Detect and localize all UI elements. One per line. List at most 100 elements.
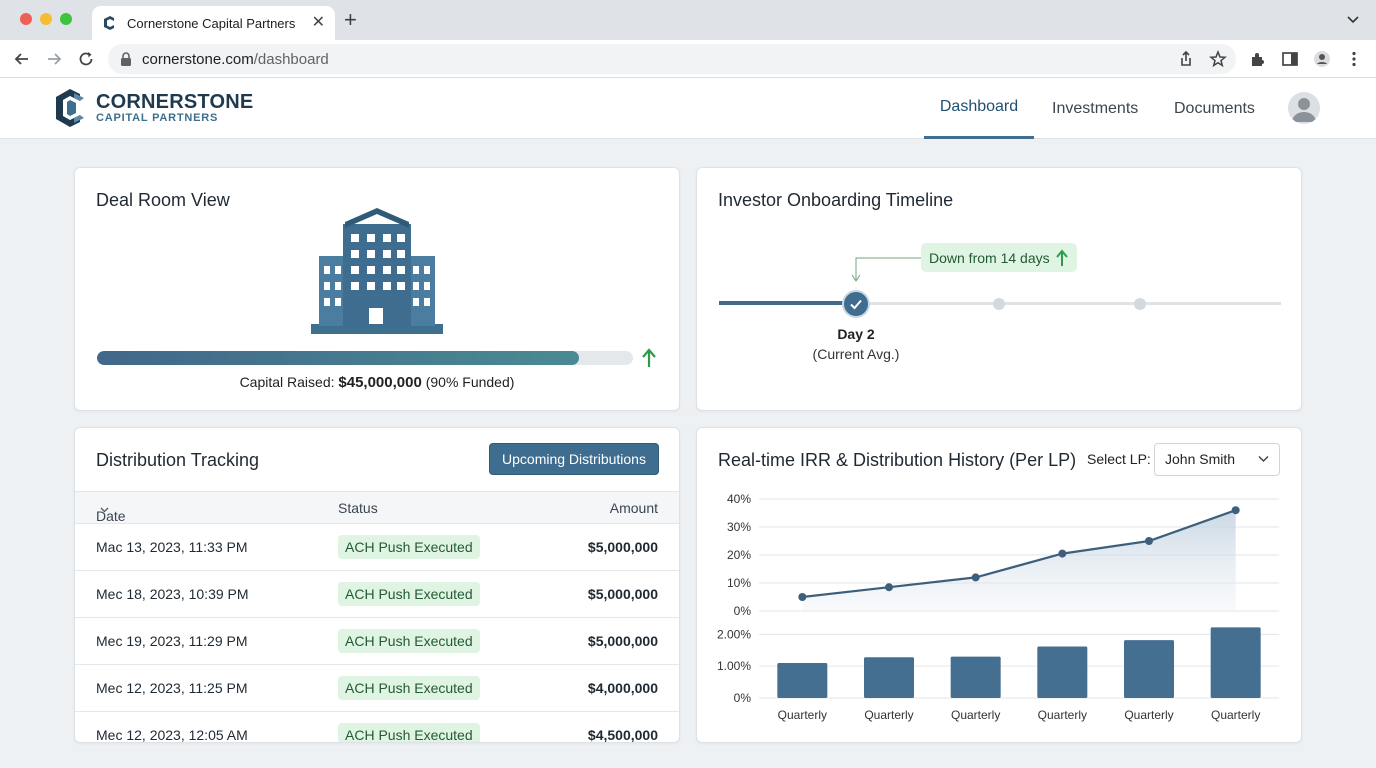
back-icon[interactable]: [12, 49, 32, 69]
row-amount: $5,000,000: [587, 633, 658, 649]
irr-history-card: Real-time IRR & Distribution History (Pe…: [696, 427, 1302, 743]
timeline-step: [993, 298, 1005, 310]
improvement-badge: Down from 14 days: [921, 243, 1077, 272]
brand-name: CORNERSTONE: [96, 91, 254, 113]
irr-data-point: [798, 593, 807, 601]
bar-y-tick-label: 2.00%: [717, 627, 751, 641]
nav-documents[interactable]: Documents: [1174, 78, 1255, 139]
upcoming-distributions-button[interactable]: Upcoming Distributions: [489, 443, 659, 475]
new-tab-icon[interactable]: +: [344, 9, 357, 31]
improvement-badge-text: Down from 14 days: [929, 249, 1050, 266]
funding-progress-fill: [97, 351, 580, 365]
line-y-tick-label: 10%: [727, 576, 751, 590]
table-row[interactable]: Mec 12, 2023, 12:05 AM ACH Push Executed…: [75, 712, 679, 743]
status-column-header: Status: [338, 500, 378, 516]
row-date: Mec 12, 2023, 11:25 PM: [96, 680, 248, 696]
irr-data-point: [1058, 549, 1067, 558]
line-y-tick-label: 30%: [727, 520, 751, 534]
line-area-fill: [802, 510, 1236, 611]
extensions-icon[interactable]: [1248, 49, 1268, 69]
x-tick-label: Quarterly: [1211, 708, 1260, 722]
brand-logo[interactable]: CORNERSTONE CAPITAL PARTNERS: [54, 88, 253, 128]
forward-icon[interactable]: [44, 49, 64, 69]
irr-data-point: [885, 583, 893, 592]
distribution-bar: [1124, 640, 1174, 698]
status-badge: ACH Push Executed: [338, 723, 480, 742]
timeline-step: [1134, 298, 1146, 310]
line-y-tick-label: 20%: [727, 548, 751, 562]
lp-select-dropdown[interactable]: John Smith: [1154, 443, 1280, 476]
irr-chart: 40% 30% 20% 10% 0% 2.00% 1.00% 0% Quarterly Quart…: [717, 492, 1279, 722]
close-tab-icon[interactable]: ✕: [312, 15, 325, 31]
bar-y-tick-label: 0%: [734, 691, 752, 705]
status-badge: ACH Push Executed: [338, 676, 480, 700]
distribution-bar: [1037, 646, 1088, 698]
badge-connector: [851, 257, 923, 282]
chevron-down-icon[interactable]: [1346, 12, 1360, 26]
deal-room-card: Deal Room View Capital Raised: $45,000,0…: [74, 167, 680, 411]
table-row[interactable]: Mec 19, 2023, 11:29 PM ACH Push Executed…: [75, 618, 679, 665]
timeline-current-step[interactable]: [842, 290, 870, 318]
url-bar[interactable]: cornerstone.com/dashboard: [108, 44, 1236, 74]
row-amount: $4,500,000: [587, 727, 658, 743]
row-amount: $4,000,000: [587, 680, 658, 696]
current-day-sublabel: (Current Avg.): [812, 346, 900, 362]
nav-dashboard[interactable]: Dashboard: [924, 78, 1034, 139]
app-header: CORNERSTONE CAPITAL PARTNERS Dashboard I…: [0, 78, 1376, 139]
user-avatar[interactable]: [1288, 92, 1320, 124]
bookmark-star-icon[interactable]: [1208, 49, 1228, 69]
status-badge: ACH Push Executed: [338, 535, 480, 559]
capital-raised-text: Capital Raised: $45,000,000 (90% Funded): [75, 374, 679, 391]
table-row[interactable]: Mac 13, 2023, 11:33 PM ACH Push Executed…: [75, 524, 679, 571]
share-icon[interactable]: [1176, 49, 1196, 69]
lock-icon: [121, 52, 131, 66]
row-amount: $5,000,000: [587, 586, 658, 602]
onboarding-title: Investor Onboarding Timeline: [718, 190, 954, 210]
table-header: Date Status Amount: [75, 491, 679, 524]
reload-icon[interactable]: [76, 49, 96, 69]
date-column-header[interactable]: Date: [96, 500, 126, 524]
capital-label: Capital Raised:: [239, 374, 335, 390]
tab-title: Cornerstone Capital Partners: [127, 15, 296, 31]
row-date: Mec 19, 2023, 11:29 PM: [96, 633, 248, 649]
url-path: /dashboard: [253, 50, 329, 68]
more-menu-icon[interactable]: [1344, 49, 1364, 69]
row-date: Mec 12, 2023, 12:05 AM: [96, 727, 248, 743]
brand-subtitle: CAPITAL PARTNERS: [96, 112, 219, 124]
irr-data-point: [1145, 537, 1153, 545]
side-panel-icon[interactable]: [1280, 49, 1300, 69]
x-tick-label: Quarterly: [951, 708, 1000, 722]
table-row[interactable]: Mec 12, 2023, 11:25 PM ACH Push Executed…: [75, 665, 679, 712]
deal-room-title: Deal Room View: [96, 190, 230, 210]
user-icon: [1292, 98, 1316, 122]
row-date: Mec 18, 2023, 10:39 PM: [96, 586, 249, 602]
arrow-up-icon: [1055, 248, 1068, 266]
browser-tab-bar: Cornerstone Capital Partners ✕ +: [0, 0, 1376, 40]
nav-investments[interactable]: Investments: [1052, 78, 1138, 139]
building-icon: [311, 208, 443, 334]
x-tick-label: Quarterly: [864, 708, 913, 722]
arrow-up-icon: [642, 348, 656, 367]
chevron-down-icon: [1258, 455, 1269, 463]
table-row[interactable]: Mec 18, 2023, 10:39 PM ACH Push Executed…: [75, 571, 679, 618]
funded-percent: (90% Funded): [425, 374, 515, 390]
row-amount: $5,000,000: [587, 539, 658, 555]
current-day-label: Day 2: [837, 326, 875, 342]
amount-column-header: Amount: [609, 500, 658, 516]
funding-progress-bar: [97, 351, 633, 365]
maximize-window-button[interactable]: [60, 13, 72, 25]
profile-icon[interactable]: [1312, 49, 1332, 69]
close-window-button[interactable]: [20, 13, 32, 25]
select-lp-label: Select LP:: [1087, 451, 1151, 467]
minimize-window-button[interactable]: [40, 13, 52, 25]
distribution-title: Distribution Tracking: [96, 450, 260, 470]
check-icon: [850, 299, 862, 310]
row-date: Mac 13, 2023, 11:33 PM: [96, 539, 248, 555]
distribution-tracking-card: Distribution Tracking Upcoming Distribut…: [74, 427, 680, 743]
irr-data-point: [1231, 506, 1240, 515]
browser-tab[interactable]: Cornerstone Capital Partners ✕: [92, 6, 335, 40]
timeline-progress: [719, 301, 855, 305]
distribution-bar: [777, 663, 828, 698]
distribution-bar: [950, 656, 1001, 698]
onboarding-timeline-card: Investor Onboarding Timeline Down from 1…: [696, 167, 1302, 411]
